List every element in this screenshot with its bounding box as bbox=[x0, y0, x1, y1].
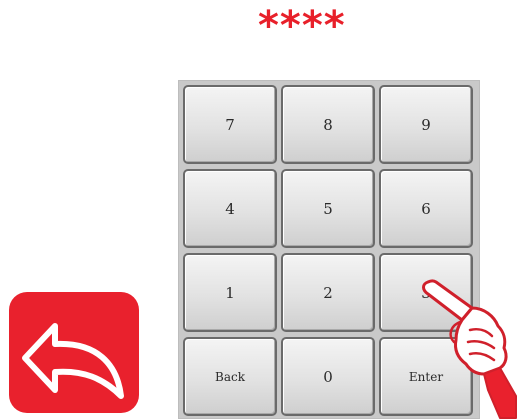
keypad: 7 8 9 4 5 6 1 2 3 Back 0 Enter bbox=[178, 80, 480, 419]
pin-display: **** bbox=[258, 3, 346, 49]
key-8[interactable]: 8 bbox=[281, 85, 375, 164]
key-1[interactable]: 1 bbox=[183, 253, 277, 332]
key-3[interactable]: 3 bbox=[379, 253, 473, 332]
key-6[interactable]: 6 bbox=[379, 169, 473, 248]
back-key[interactable]: Back bbox=[183, 337, 277, 416]
pin-entry-screen: **** 7 8 9 4 5 6 1 2 3 Back 0 Enter bbox=[0, 0, 518, 419]
key-4[interactable]: 4 bbox=[183, 169, 277, 248]
enter-key[interactable]: Enter bbox=[379, 337, 473, 416]
back-arrow-icon bbox=[22, 323, 124, 399]
back-button[interactable] bbox=[9, 292, 139, 413]
key-5[interactable]: 5 bbox=[281, 169, 375, 248]
key-0[interactable]: 0 bbox=[281, 337, 375, 416]
key-2[interactable]: 2 bbox=[281, 253, 375, 332]
key-7[interactable]: 7 bbox=[183, 85, 277, 164]
key-9[interactable]: 9 bbox=[379, 85, 473, 164]
